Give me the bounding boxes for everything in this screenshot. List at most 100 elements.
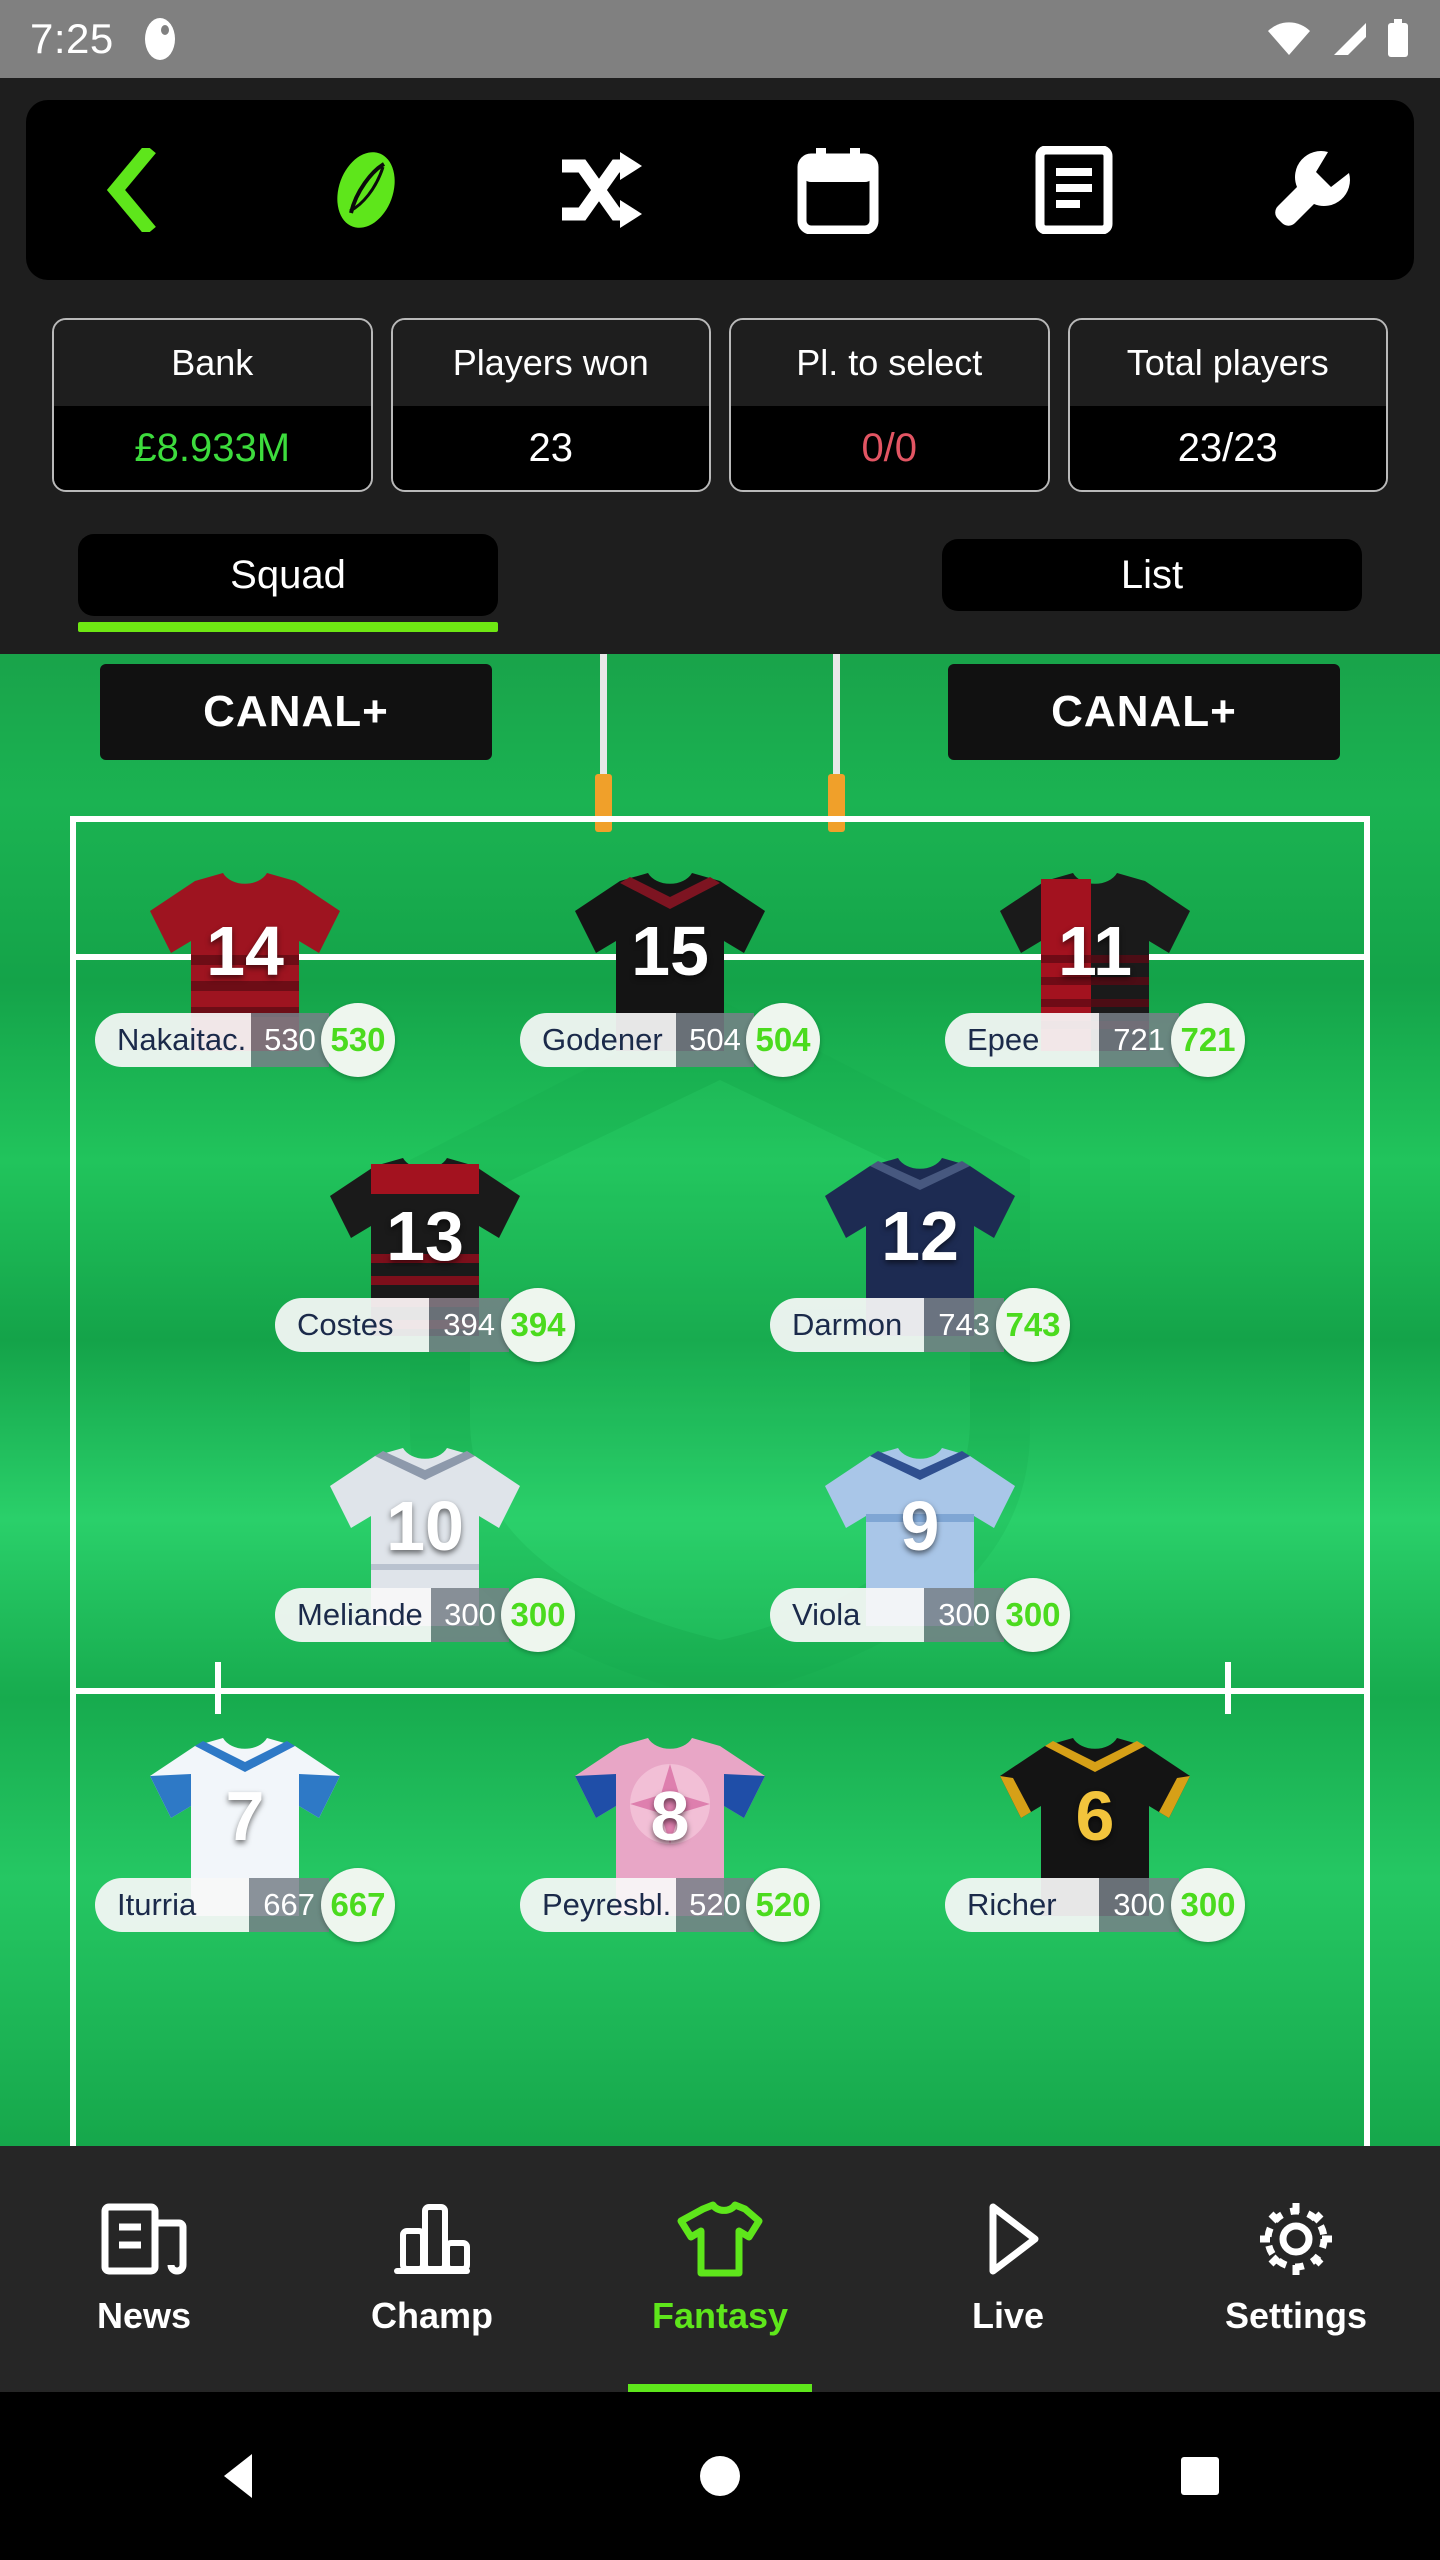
player-name: Richer	[945, 1878, 1100, 1932]
gear-icon	[1260, 2203, 1332, 2275]
player-name: Meliande	[275, 1588, 431, 1642]
player-card[interactable]: 9 Viola 300 300	[770, 1444, 1070, 1652]
jersey-number: 14	[206, 912, 284, 990]
nav-label: Champ	[370, 2295, 493, 2336]
player-info-bar: Meliande 300 300	[275, 1578, 575, 1652]
bottom-navigation: News Champ Fantasy Live Settings	[0, 2146, 1440, 2392]
nav-item-fantasy[interactable]: Fantasy	[576, 2146, 864, 2392]
player-info-bar: Viola 300 300	[770, 1578, 1070, 1652]
nav-label: Live	[971, 2295, 1045, 2336]
pitch-halfway-line	[70, 1688, 1370, 1694]
player-info-bar: Darmon 743 743	[770, 1288, 1070, 1362]
android-home-button[interactable]	[692, 2448, 748, 2504]
tab-active-indicator	[78, 622, 498, 632]
tab-list[interactable]: List	[942, 539, 1362, 611]
nav-active-indicator	[627, 2384, 813, 2392]
player-name: Peyresbl.	[520, 1878, 676, 1932]
nav-item-live[interactable]: Live	[864, 2146, 1152, 2392]
player-info-bar: Epee 721 721	[945, 1003, 1245, 1077]
android-recents-button[interactable]	[1172, 2448, 1228, 2504]
player-total: 504	[746, 1003, 820, 1077]
status-bar-indicators	[1266, 19, 1410, 59]
stat-label: Total players	[1069, 320, 1386, 406]
player-card[interactable]: 7 Iturria 667 667	[95, 1734, 395, 1942]
player-name: Godener	[520, 1013, 676, 1067]
jersey-number: 8	[650, 1777, 690, 1855]
player-score: 394	[429, 1298, 509, 1352]
player-total: 667	[321, 1868, 395, 1942]
tab-label: Squad	[230, 552, 346, 597]
player-card[interactable]: 8 Peyresbl. 520 520	[520, 1734, 820, 1942]
player-score: 520	[676, 1878, 754, 1932]
pitch-dash	[215, 1662, 221, 1714]
settings-button[interactable]	[1262, 142, 1358, 238]
status-bar: 7:25	[0, 0, 1440, 78]
player-total: 300	[1171, 1868, 1245, 1942]
tab-label: List	[1120, 552, 1184, 597]
nav-item-settings[interactable]: Settings	[1152, 2146, 1440, 2392]
rules-button[interactable]	[1026, 142, 1122, 238]
sponsor-boards: CANAL+ CANAL+	[0, 664, 1440, 760]
android-system-navigation	[0, 2392, 1440, 2560]
jersey-number: 7	[225, 1777, 265, 1855]
player-card[interactable]: 13 Costes 394 394	[275, 1154, 575, 1362]
nav-item-champ[interactable]: Champ	[288, 2146, 576, 2392]
pitch-try-line	[70, 816, 1370, 822]
player-name: Viola	[770, 1588, 925, 1642]
tab-squad[interactable]: Squad	[78, 534, 498, 632]
player-total: 743	[996, 1288, 1070, 1362]
rugby-ball-button[interactable]	[318, 142, 414, 238]
pitch-container: CANAL+ CANAL+ 14 Nakaitac. 530 530 15 Go…	[0, 654, 1440, 2146]
pitch-touchline-right	[1364, 816, 1370, 2146]
player-card[interactable]: 6 Richer 300 300	[945, 1734, 1245, 1942]
player-name: Iturria	[95, 1878, 250, 1932]
player-info-bar: Nakaitac. 530 530	[95, 1003, 395, 1077]
jersey-number: 9	[900, 1487, 940, 1565]
square-recents-icon	[1181, 2457, 1219, 2495]
nav-item-news[interactable]: News	[0, 2146, 288, 2392]
player-card[interactable]: 15 Godener 504 504	[520, 869, 820, 1077]
top-toolbar	[26, 100, 1414, 280]
calendar-button[interactable]	[790, 142, 886, 238]
triangle-back-icon	[224, 2454, 252, 2498]
player-card[interactable]: 10 Meliande 300 300	[275, 1444, 575, 1652]
view-tabs: Squad List	[0, 492, 1440, 632]
back-button[interactable]	[82, 142, 178, 238]
rugby-ball-icon	[326, 147, 406, 233]
player-card[interactable]: 14 Nakaitac. 530 530	[95, 869, 395, 1077]
player-info-bar: Costes 394 394	[275, 1288, 575, 1362]
player-total: 300	[996, 1578, 1070, 1652]
transfers-button[interactable]	[554, 142, 650, 238]
wrench-icon	[1268, 146, 1352, 234]
player-name: Epee	[945, 1013, 1100, 1067]
shuffle-icon	[558, 148, 646, 232]
stat-card-bank[interactable]: Bank £8.933M	[52, 318, 373, 492]
stat-value: 0/0	[731, 406, 1048, 490]
circle-home-icon	[700, 2456, 740, 2496]
jersey-number: 10	[386, 1487, 464, 1565]
stat-value: 23	[392, 406, 709, 490]
player-name: Darmon	[770, 1298, 925, 1352]
pitch-touchline-left	[70, 816, 76, 2146]
pitch-dash	[1225, 1662, 1231, 1714]
calendar-icon	[796, 146, 880, 234]
chevron-left-icon	[102, 148, 158, 232]
jersey-number: 13	[386, 1197, 464, 1275]
jersey-number: 15	[631, 912, 709, 990]
sponsor-board: CANAL+	[100, 664, 492, 760]
stat-label: Players won	[392, 320, 709, 406]
player-name: Nakaitac.	[95, 1013, 251, 1067]
stat-card-players-to-select[interactable]: Pl. to select 0/0	[729, 318, 1050, 492]
player-score: 300	[431, 1588, 509, 1642]
nav-label: Fantasy	[651, 2295, 789, 2336]
android-back-button[interactable]	[212, 2448, 268, 2504]
player-card[interactable]: 12 Darmon 743 743	[770, 1154, 1070, 1362]
stats-row: Bank £8.933M Players won 23 Pl. to selec…	[0, 280, 1440, 492]
stat-card-players-won[interactable]: Players won 23	[390, 318, 711, 492]
sponsor-board: CANAL+	[948, 664, 1340, 760]
stat-label: Bank	[54, 320, 371, 406]
player-total: 520	[746, 1868, 820, 1942]
player-info-bar: Iturria 667 667	[95, 1868, 395, 1942]
stat-card-total-players[interactable]: Total players 23/23	[1067, 318, 1388, 492]
player-card[interactable]: 11 Epee 721 721	[945, 869, 1245, 1077]
